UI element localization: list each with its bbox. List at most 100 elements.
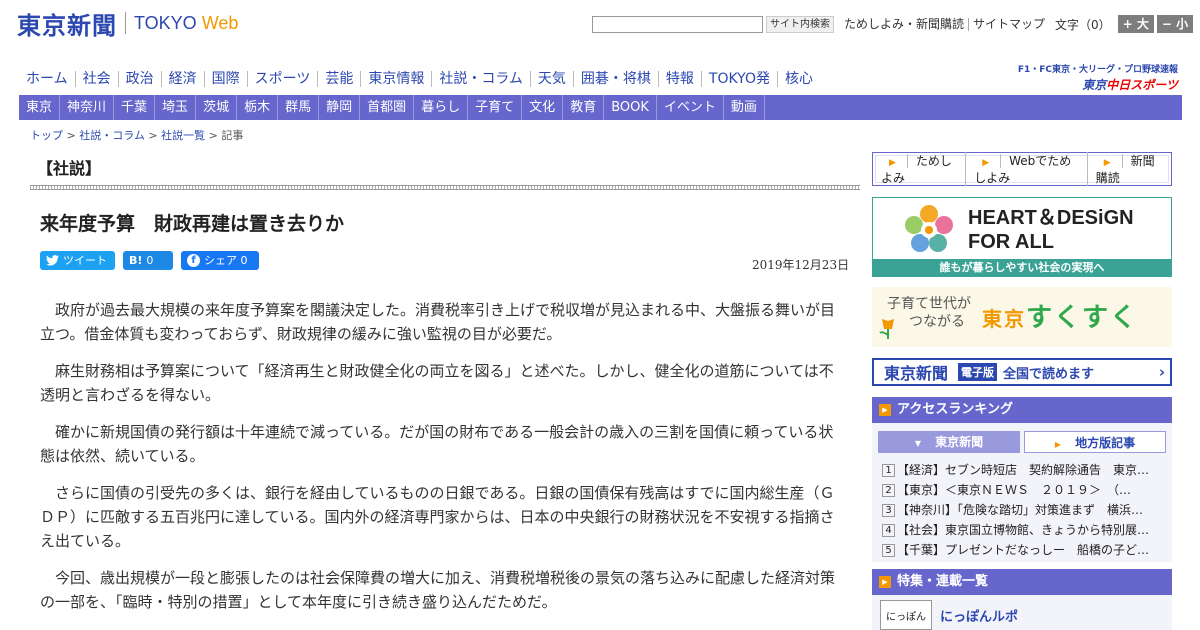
logo-divider: [125, 12, 126, 34]
features-title: 特集・連載一覧: [897, 574, 989, 589]
facebook-share-label: シェア 0: [204, 254, 248, 267]
heart-design-title: HEART＆DESiGN FOR ALL: [968, 206, 1134, 254]
breadcrumb-editorial[interactable]: 社説・コラム: [79, 129, 145, 142]
gnav-home[interactable]: ホーム: [19, 71, 75, 87]
triangle-right-icon: ▶: [1103, 158, 1111, 168]
heart-line1: HEART＆DESiGN: [968, 207, 1134, 229]
gnav-kakushin[interactable]: 核心: [776, 71, 820, 87]
web-trial-link[interactable]: ▶ Webでためしよみ: [965, 152, 1086, 186]
lnav-saitama[interactable]: 埼玉: [155, 95, 197, 120]
article-paragraph: 政府が過去最大規模の来年度予算案を閣議決定した。消費税率引き上げで税収増が見込ま…: [40, 301, 836, 343]
hatena-icon: B!: [129, 254, 143, 267]
lnav-kanagawa[interactable]: 神奈川: [60, 95, 115, 120]
rank-number: 4: [882, 524, 895, 537]
feature-name: にっぽんルポ: [940, 609, 1019, 625]
gnav-tokyo-info[interactable]: 東京情報: [360, 71, 431, 87]
font-smaller-button[interactable]: − 小: [1156, 15, 1194, 33]
article-body: 政府が過去最大規模の来年度予算案を閣議決定した。消費税率引き上げで税収増が見込ま…: [40, 298, 842, 627]
gnav-economy[interactable]: 経済: [160, 71, 204, 87]
digital-text: 全国で読めます: [1003, 366, 1095, 382]
digital-edition-banner[interactable]: 東京新聞 電子版 全国で読めます ›: [872, 358, 1172, 386]
site-logo[interactable]: 東京新聞 TOKYO Web: [17, 8, 238, 40]
trial-subscribe-link[interactable]: ためしよみ・新聞購読: [840, 17, 968, 31]
breadcrumb-current: 記事: [221, 129, 244, 142]
ranking-item[interactable]: 5 【千葉】プレゼントだなっしー 船橋の子ども…: [882, 540, 1158, 560]
feature-item[interactable]: にっぽん にっぽんルポ: [880, 600, 1164, 630]
gnav-tokuho[interactable]: 特報: [657, 71, 701, 87]
lnav-video[interactable]: 動画: [724, 95, 765, 120]
heart-design-banner[interactable]: HEART＆DESiGN FOR ALL 誰もが暮らしやすい社会の実現へ: [872, 197, 1172, 277]
lnav-kurashi[interactable]: 暮らし: [414, 95, 469, 120]
chevron-right-icon: ›: [1158, 363, 1165, 381]
sukusuku-banner[interactable]: 子育て世代がつながる 東京すくすく: [872, 287, 1172, 347]
gnav-sports[interactable]: スポーツ: [246, 71, 318, 87]
breadcrumb-top[interactable]: トップ: [30, 129, 63, 142]
gnav-editorial[interactable]: 社説・コラム: [431, 71, 530, 87]
lnav-event[interactable]: イベント: [657, 95, 724, 120]
flower-logo-icon: [905, 205, 953, 252]
gnav-weather[interactable]: 天気: [529, 71, 573, 87]
article-date: 2019年12月23日: [752, 258, 850, 272]
font-larger-button[interactable]: + 大: [1117, 15, 1154, 33]
logo-jp: 東京新聞: [17, 10, 117, 40]
tab-local-articles[interactable]: ▶ 地方版記事: [1024, 431, 1166, 453]
subscribe-link[interactable]: ▶ 新聞購読: [1086, 152, 1171, 186]
ranking-item[interactable]: 3 【神奈川】「危険な踏切」対策進まず 横浜…: [882, 500, 1158, 520]
sitemap-link[interactable]: サイトマップ: [968, 17, 1049, 31]
gnav-entertainment[interactable]: 芸能: [317, 71, 360, 87]
lnav-chiba[interactable]: 千葉: [114, 95, 156, 120]
local-nav: 東京 神奈川 千葉 埼玉 茨城 栃木 群馬 静岡 首都圏 暮らし 子育て 文化 …: [19, 95, 1182, 120]
lnav-bunka[interactable]: 文化: [522, 95, 564, 120]
square-arrow-icon: ▶: [879, 404, 891, 416]
digital-badge: 電子版: [958, 363, 998, 381]
ranking-item[interactable]: 2 【東京】＜東京ＮＥＷＳ ２０１９＞ （…: [882, 480, 1158, 500]
chunichi-name: 中日スポーツ: [1106, 78, 1178, 92]
lnav-tochigi[interactable]: 栃木: [237, 95, 279, 120]
logo-tokyo: TOKYO: [134, 12, 197, 33]
lnav-gunma[interactable]: 群馬: [278, 95, 320, 120]
lnav-ibaraki[interactable]: 茨城: [196, 95, 238, 120]
hatena-bookmark-button[interactable]: B! 0: [123, 251, 173, 270]
site-search-input[interactable]: [592, 15, 763, 33]
sukusuku-tag2: つながる: [909, 314, 965, 330]
article-paragraph: 麻生財務相は予算案について「経済再生と財政健全化の両立を図る」と述べた。しかし、…: [40, 362, 834, 404]
breadcrumb-sep: >: [148, 129, 158, 142]
lnav-tokyo[interactable]: 東京: [19, 95, 61, 120]
lnav-book[interactable]: BOOK: [604, 95, 657, 120]
trial-link[interactable]: ▶ ためしよみ: [873, 152, 965, 186]
square-arrow-icon: ▶: [879, 576, 891, 588]
article-paragraph: 今回、歳出規模が一段と膨張したのは社会保障費の増大に加え、消費税増税後の景気の落…: [40, 569, 836, 611]
site-search-button[interactable]: サイト内検索: [766, 15, 834, 33]
section-divider: [30, 185, 860, 190]
sukusuku-logo: 東京すくすく: [982, 297, 1138, 334]
triangle-right-icon: ▶: [889, 158, 896, 168]
triangle-down-icon: ▼: [914, 439, 922, 448]
ranking-header: ▶ アクセスランキング: [872, 397, 1172, 423]
hatena-count: 0: [146, 254, 154, 267]
gnav-politics[interactable]: 政治: [117, 71, 161, 87]
rank-number: 3: [882, 504, 895, 517]
lnav-kosodate[interactable]: 子育て: [468, 95, 523, 120]
features-header: ▶ 特集・連載一覧: [872, 569, 1172, 595]
facebook-share-button[interactable]: f シェア 0: [181, 251, 259, 270]
chunichi-sports-banner[interactable]: F1・FC東京・大リーグ・プロ野球速報 東京中日スポーツ: [1018, 62, 1178, 93]
breadcrumb-list[interactable]: 社説一覧: [161, 129, 205, 142]
gnav-igo-shogi[interactable]: 囲碁・将棋: [572, 71, 658, 87]
lnav-shutoken[interactable]: 首都圏: [360, 95, 415, 120]
twitter-bird-icon: [46, 255, 59, 266]
lnav-kyoiku[interactable]: 教育: [563, 95, 605, 120]
tweet-button[interactable]: ツイート: [40, 251, 115, 270]
rank-number: 1: [882, 464, 895, 477]
ranking-item[interactable]: 1 【経済】セブン時短店 契約解除通告 東京の店…: [882, 460, 1158, 480]
sukusuku-tag1: 子育て世代が: [887, 296, 971, 312]
tab-tokyo-shimbun[interactable]: ▼ 東京新聞: [878, 431, 1020, 453]
ranking-item[interactable]: 4 【社会】東京国立博物館、きょうから特別展…: [882, 520, 1158, 540]
font-size-label: 文字（0）: [1055, 17, 1111, 32]
gnav-tokyo-hatsu[interactable]: TOKYO発: [700, 71, 777, 87]
ranking-tabs: ▼ 東京新聞 ▶ 地方版記事: [878, 431, 1166, 453]
lnav-shizuoka[interactable]: 静岡: [319, 95, 361, 120]
gnav-international[interactable]: 国際: [203, 71, 247, 87]
ranking-item-text: 【千葉】プレゼントだなっしー 船橋の子ども…: [897, 543, 1158, 557]
triangle-right-icon: ▶: [1054, 440, 1062, 449]
gnav-society[interactable]: 社会: [74, 71, 118, 87]
